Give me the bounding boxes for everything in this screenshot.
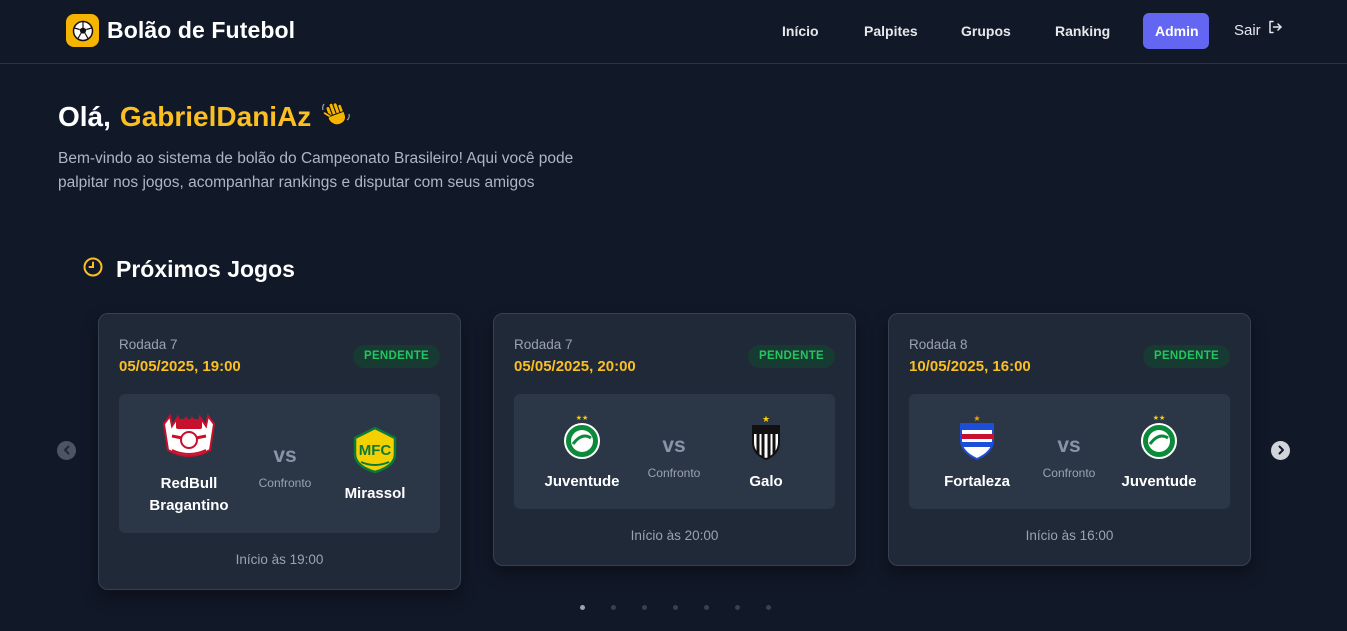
vs-block: vs Confronto: [1029, 434, 1109, 480]
carousel-dot[interactable]: [704, 605, 709, 610]
away-team: MFC Mirassol: [315, 426, 435, 505]
match-panel: ★★ Juventude vs Confronto ★ Galo: [514, 394, 835, 509]
game-datetime: 05/05/2025, 19:00: [119, 358, 241, 375]
svg-text:★: ★: [762, 415, 770, 425]
home-team: ★ Fortaleza: [917, 414, 1037, 493]
logout-icon: [1267, 13, 1283, 49]
home-team-name: RedBull Bragantino: [149, 475, 229, 514]
game-card[interactable]: Rodada 8 10/05/2025, 16:00 PENDENTE ★ Fo…: [888, 313, 1251, 566]
carousel-dot[interactable]: [611, 605, 616, 610]
username: GabrielDaniAz: [119, 100, 312, 132]
upcoming-games-heading: Próximos Jogos: [82, 256, 295, 283]
carousel-next-button[interactable]: [1271, 441, 1290, 460]
nav-inicio[interactable]: Início: [782, 13, 819, 49]
round-label: Rodada 8: [909, 337, 968, 352]
vs-text: vs: [1057, 434, 1081, 457]
vs-block: vs Confronto: [245, 444, 325, 490]
start-time: Início às 16:00: [1025, 528, 1114, 543]
welcome-section: Olá, GabrielDaniAz Bem-vindo ao sistema …: [58, 98, 618, 195]
nav-palpites[interactable]: Palpites: [864, 13, 918, 49]
logout-button[interactable]: Sair: [1234, 13, 1283, 49]
away-team: ★ Galo: [706, 414, 826, 493]
fortaleza-logo-icon: ★: [917, 414, 1037, 465]
brand[interactable]: Bolão de Futebol: [66, 14, 295, 47]
vs-text: vs: [662, 434, 686, 457]
status-badge: PENDENTE: [747, 345, 835, 368]
juventude-logo-icon: ★★: [1099, 414, 1219, 465]
nav-grupos[interactable]: Grupos: [961, 13, 1011, 49]
clock-icon: [82, 256, 104, 283]
game-card[interactable]: Rodada 7 05/05/2025, 20:00 PENDENTE ★★ J…: [493, 313, 856, 566]
away-team-name: Mirassol: [344, 485, 406, 502]
home-team-name: Juventude: [544, 473, 620, 490]
status-badge: PENDENTE: [1142, 345, 1230, 368]
away-team-name: Galo: [749, 473, 783, 490]
vs-label: Confronto: [1042, 466, 1096, 480]
game-datetime: 05/05/2025, 20:00: [514, 358, 636, 375]
svg-text:★★: ★★: [576, 414, 589, 422]
game-card[interactable]: Rodada 7 05/05/2025, 19:00 PENDENTE RedB…: [98, 313, 461, 590]
mirassol-logo-icon: MFC: [315, 426, 435, 479]
round-label: Rodada 7: [119, 337, 178, 352]
round-label: Rodada 7: [514, 337, 573, 352]
carousel-dot[interactable]: [673, 605, 678, 610]
match-panel: ★ Fortaleza vs Confronto ★★ Juventude: [909, 394, 1230, 509]
vs-label: Confronto: [647, 466, 701, 480]
svg-text:★: ★: [973, 414, 980, 423]
carousel-prev-button[interactable]: [57, 441, 76, 460]
chevron-left-icon: [62, 442, 72, 460]
status-badge: PENDENTE: [352, 345, 440, 368]
section-title: Próximos Jogos: [116, 256, 295, 282]
vs-block: vs Confronto: [634, 434, 714, 480]
chevron-right-icon: [1276, 442, 1286, 460]
carousel-dot[interactable]: [580, 605, 585, 610]
carousel-dot[interactable]: [642, 605, 647, 610]
atletico-mg-logo-icon: ★: [706, 414, 826, 465]
top-navbar: Bolão de Futebol Início Palpites Grupos …: [0, 0, 1347, 64]
greeting: Olá,: [58, 100, 111, 132]
carousel-dots: [580, 605, 771, 610]
waving-hand-icon: [321, 98, 351, 135]
vs-label: Confronto: [258, 476, 312, 490]
start-time: Início às 20:00: [630, 528, 719, 543]
svg-text:★★: ★★: [1153, 414, 1166, 422]
nav-admin-button[interactable]: Admin: [1143, 13, 1209, 49]
carousel-dot[interactable]: [766, 605, 771, 610]
svg-text:MFC: MFC: [359, 442, 392, 459]
home-team: ★★ Juventude: [522, 414, 642, 493]
home-team-name: Fortaleza: [944, 473, 1010, 490]
match-panel: RedBull Bragantino vs Confronto MFC Mira…: [119, 394, 440, 533]
brand-title: Bolão de Futebol: [107, 17, 296, 43]
start-time: Início às 19:00: [235, 552, 324, 567]
logout-label: Sair: [1234, 22, 1261, 39]
game-datetime: 10/05/2025, 16:00: [909, 358, 1031, 375]
away-team: ★★ Juventude: [1099, 414, 1219, 493]
juventude-logo-icon: ★★: [522, 414, 642, 465]
bragantino-logo-icon: [129, 413, 249, 467]
home-team: RedBull Bragantino: [129, 413, 249, 517]
vs-text: vs: [273, 444, 297, 467]
soccer-ball-icon: [66, 14, 99, 47]
nav-ranking[interactable]: Ranking: [1055, 13, 1110, 49]
away-team-name: Juventude: [1121, 473, 1197, 490]
welcome-title: Olá, GabrielDaniAz: [58, 98, 618, 135]
welcome-description: Bem-vindo ao sistema de bolão do Campeon…: [58, 150, 574, 191]
carousel-dot[interactable]: [735, 605, 740, 610]
